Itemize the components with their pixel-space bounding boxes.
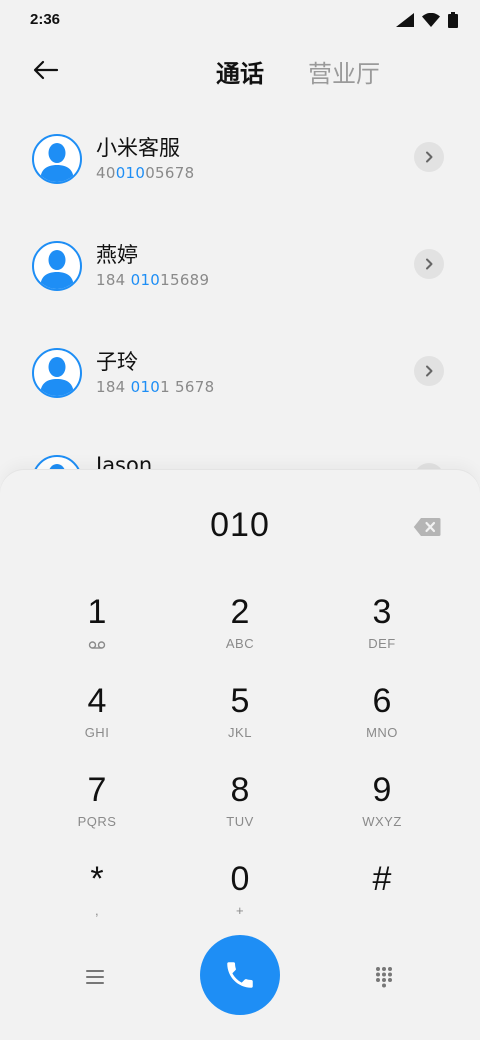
key-digit: 9 [372, 771, 392, 809]
contact-name: 燕婷 [96, 243, 138, 267]
contact-number: 184 0101 5678 [96, 378, 215, 396]
key-digit: 3 [372, 593, 392, 631]
dial-key-9[interactable]: 9 WXYZ [322, 770, 442, 850]
key-letters: PQRS [77, 814, 117, 829]
dialpad-icon [376, 967, 392, 988]
status-bar: 2:36 [0, 0, 480, 40]
dial-key-0[interactable]: 0 + [180, 859, 300, 939]
dial-key-7[interactable]: 7 PQRS [37, 770, 157, 850]
key-letters: , [94, 903, 100, 918]
back-button[interactable] [26, 50, 66, 90]
dial-key-3[interactable]: 3 DEF [322, 592, 442, 672]
person-icon [49, 464, 65, 470]
status-time: 2:36 [30, 11, 61, 28]
battery-icon [448, 12, 458, 28]
key-digit: 0 [230, 860, 250, 898]
key-letters: DEF [368, 636, 396, 651]
backspace-icon [413, 518, 441, 536]
contact-item[interactable]: 子玲 184 0101 5678 [0, 338, 480, 438]
contact-number: 4001005678 [96, 164, 195, 182]
key-letters: ABC [225, 636, 255, 651]
key-digit: 7 [87, 771, 107, 809]
dial-key-8[interactable]: 8 TUV [180, 770, 300, 850]
key-digit: 4 [87, 682, 107, 720]
contact-detail-button[interactable] [414, 142, 444, 172]
contact-detail-button[interactable] [414, 249, 444, 279]
key-digit: * [90, 860, 104, 898]
dial-key-5[interactable]: 5 JKL [180, 681, 300, 761]
person-icon [40, 250, 74, 289]
dialed-number: 010 [210, 506, 270, 544]
key-letters: JKL [228, 725, 252, 740]
contact-number: 184 01015689 [96, 271, 210, 289]
contact-item[interactable]: 燕婷 184 01015689 [0, 231, 480, 331]
person-icon [40, 143, 74, 182]
dial-key-2[interactable]: 2 ABC [180, 592, 300, 672]
contact-item[interactable]: 小米客服 4001005678 [0, 124, 480, 224]
key-digit: 5 [230, 682, 250, 720]
key-letters: + [235, 903, 245, 918]
key-letters [322, 903, 442, 919]
dialpad-bottom-bar [0, 935, 480, 1015]
key-digit: 2 [230, 593, 250, 631]
arrow-left-icon [33, 60, 59, 80]
dial-key-4[interactable]: 4 GHI [37, 681, 157, 761]
contact-name: Jason [96, 453, 153, 470]
voicemail-icon [88, 640, 106, 649]
call-button[interactable] [200, 935, 280, 1015]
dial-key-6[interactable]: 6 MNO [322, 681, 442, 761]
contact-detail-button[interactable] [414, 356, 444, 386]
avatar [32, 134, 82, 184]
header: 通话 营业厅 [0, 40, 480, 100]
key-digit: 8 [230, 771, 250, 809]
avatar [32, 241, 82, 291]
dial-key-star[interactable]: * , [37, 859, 157, 939]
chevron-right-icon [426, 365, 433, 377]
contact-name: 小米客服 [96, 136, 180, 160]
menu-button[interactable] [75, 957, 115, 997]
chevron-right-icon [426, 151, 433, 163]
dial-key-hash[interactable]: # [322, 859, 442, 939]
key-digit: 6 [372, 682, 392, 720]
tab-calls[interactable]: 通话 [216, 54, 264, 89]
key-letters: WXYZ [362, 814, 402, 829]
key-letters [37, 636, 157, 652]
avatar [32, 348, 82, 398]
phone-icon [227, 962, 253, 988]
menu-icon [86, 970, 104, 984]
avatar [32, 455, 82, 470]
dialpad-panel: 010 1 2 ABC 3 DEF 4 GHI 5 JKL 6 MNO 7 PQ… [0, 470, 480, 1040]
contact-detail-button[interactable] [414, 463, 444, 470]
dial-key-1[interactable]: 1 [37, 592, 157, 672]
contact-item[interactable]: Jason [0, 445, 480, 470]
status-icons [396, 12, 458, 28]
person-icon [40, 357, 74, 396]
key-letters: TUV [226, 814, 254, 829]
signal-icon [396, 13, 414, 27]
backspace-button[interactable] [410, 514, 444, 540]
wifi-icon [422, 13, 440, 27]
key-digit: 1 [87, 593, 107, 631]
key-letters: GHI [84, 725, 110, 740]
key-digit: # [372, 860, 392, 898]
tab-service-hall[interactable]: 营业厅 [308, 54, 380, 89]
key-letters: MNO [366, 725, 398, 740]
contact-list: 小米客服 4001005678 燕婷 184 01015689 子玲 184 0… [0, 100, 480, 470]
contact-name: 子玲 [96, 350, 138, 374]
keypad-toggle-button[interactable] [364, 957, 404, 997]
chevron-right-icon [426, 258, 433, 270]
